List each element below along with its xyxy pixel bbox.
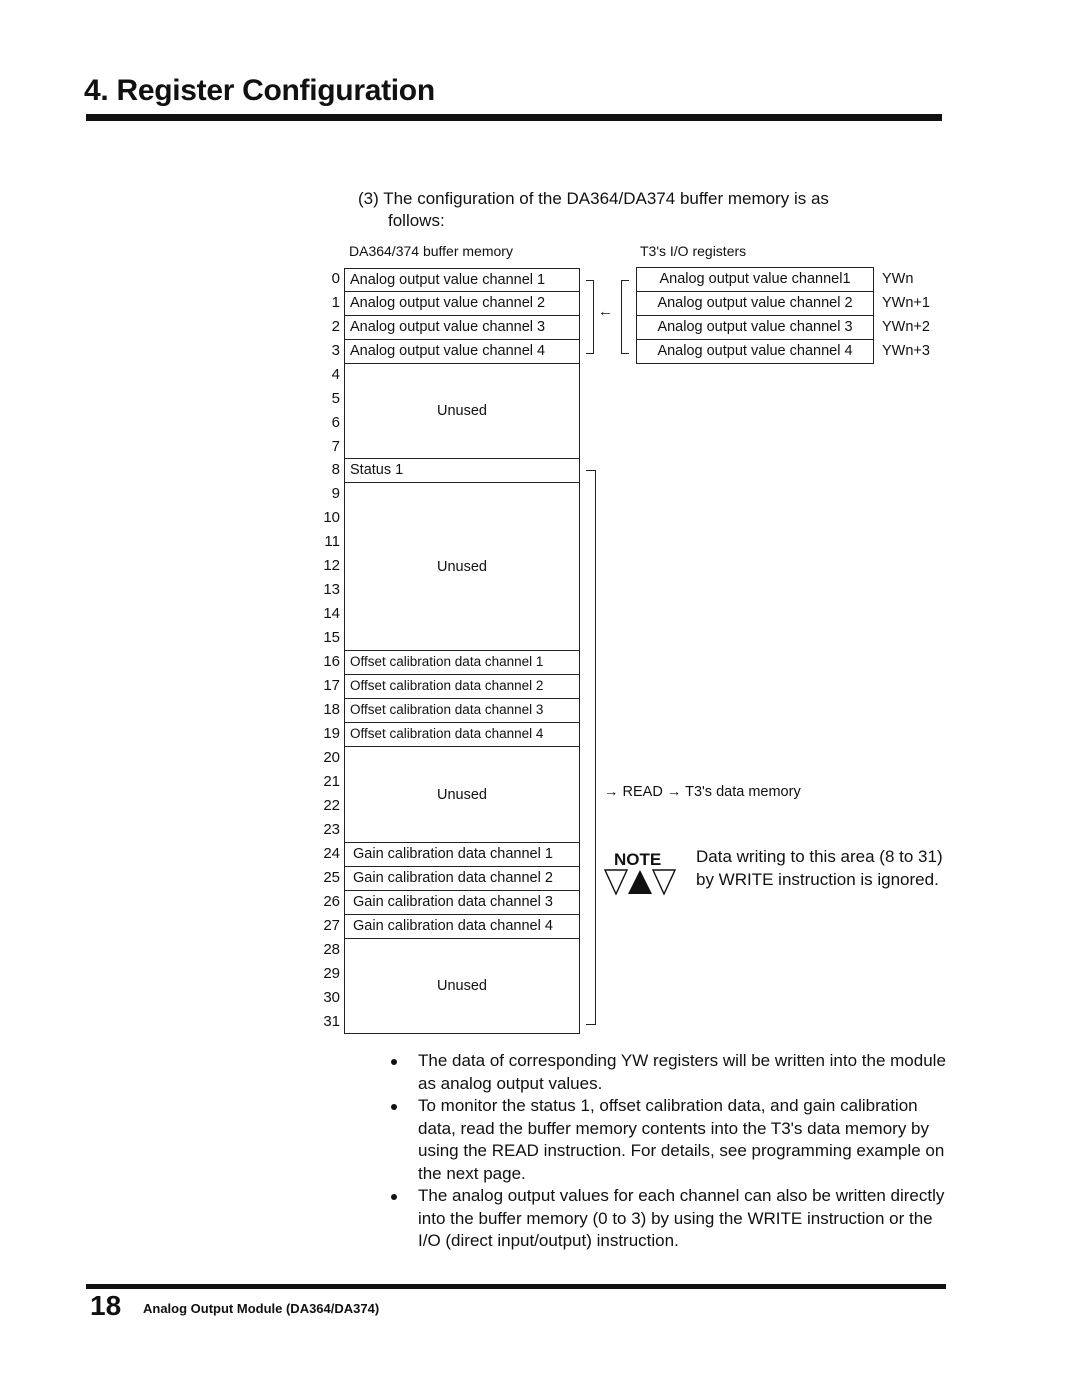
- note-label: NOTE: [614, 850, 662, 869]
- intro-line-2: follows:: [388, 211, 445, 230]
- address-index: 21: [323, 773, 340, 790]
- footer-title: Analog Output Module (DA364/DA374): [143, 1301, 380, 1316]
- bullet-icon: [391, 1104, 397, 1110]
- io-registers-caption: T3's I/O registers: [640, 243, 747, 259]
- address-index: 22: [323, 797, 340, 814]
- footer-rule: [86, 1284, 946, 1289]
- buffer-cell-analog-ch4: Analog output value channel 4: [344, 339, 580, 364]
- io-register-cell-ch1: Analog output value channel1: [636, 267, 874, 292]
- buffer-cell-gain-ch3: Gain calibration data channel 3: [344, 890, 580, 915]
- address-index: 11: [324, 533, 340, 550]
- buffer-cell-offset-ch3: Offset calibration data channel 3: [344, 698, 580, 723]
- io-register-cell-ch4: Analog output value channel 4: [636, 339, 874, 364]
- register-address: YWn+3: [882, 343, 930, 359]
- address-index: 13: [323, 581, 340, 598]
- bullet-icon: [391, 1194, 397, 1200]
- bullet-item: The analog output values for each channe…: [388, 1185, 958, 1253]
- address-index: 24: [323, 845, 340, 862]
- left-arrow-icon: ←: [598, 303, 613, 320]
- page-number: 18: [90, 1290, 122, 1321]
- address-index: 20: [323, 749, 340, 766]
- buffer-cell-status-1: Status 1: [344, 458, 580, 483]
- address-index: 30: [323, 989, 340, 1006]
- read-flow-note: → READ → T3's data memory: [604, 784, 801, 800]
- address-index: 18: [323, 701, 340, 718]
- address-index: 6: [331, 414, 340, 431]
- bullet-item: To monitor the status 1, offset calibrat…: [388, 1095, 958, 1185]
- io-register-cell-ch2: Analog output value channel 2: [636, 291, 874, 316]
- address-index: 31: [323, 1013, 340, 1030]
- buffer-cell-unused: Unused: [344, 482, 580, 651]
- address-index: 16: [323, 653, 340, 670]
- address-index: 3: [331, 342, 340, 359]
- bracket-bottom: [586, 353, 594, 354]
- address-index: 10: [323, 509, 340, 526]
- register-address: YWn+2: [882, 319, 930, 335]
- bullet-list: The data of corresponding YW registers w…: [388, 1050, 958, 1253]
- buffer-cell-gain-ch1: Gain calibration data channel 1: [344, 842, 580, 867]
- address-index: 8: [331, 461, 340, 478]
- buffer-cell-gain-ch4: Gain calibration data channel 4: [344, 914, 580, 939]
- address-index: 14: [323, 605, 340, 622]
- buffer-cell-offset-ch1: Offset calibration data channel 1: [344, 650, 580, 675]
- address-index: 25: [323, 869, 340, 886]
- intro-line-1: (3) The configuration of the DA364/DA374…: [358, 189, 829, 208]
- note-text: Data writing to this area (8 to 31) by W…: [696, 847, 943, 889]
- bullet-text: To monitor the status 1, offset calibrat…: [418, 1096, 945, 1183]
- address-index: 4: [331, 366, 340, 383]
- bracket-bottom: [586, 1024, 596, 1025]
- register-address: YWn+1: [882, 295, 930, 311]
- address-index: 12: [323, 557, 340, 574]
- title-rule: [86, 114, 942, 121]
- address-index: 2: [331, 318, 340, 335]
- buffer-cell-gain-ch2: Gain calibration data channel 2: [344, 866, 580, 891]
- address-index: 5: [331, 390, 340, 407]
- io-register-cell-ch3: Analog output value channel 3: [636, 315, 874, 340]
- address-index: 26: [323, 893, 340, 910]
- buffer-cell-offset-ch2: Offset calibration data channel 2: [344, 674, 580, 699]
- bullet-icon: [391, 1059, 397, 1065]
- address-index: 29: [323, 965, 340, 982]
- bracket-vertical: [595, 470, 596, 1025]
- buffer-cell-unused: Unused: [344, 938, 580, 1034]
- register-address: YWn: [882, 271, 914, 287]
- bullet-text: The analog output values for each channe…: [418, 1186, 945, 1250]
- address-index: 27: [323, 917, 340, 934]
- bracket-top: [621, 280, 629, 281]
- buffer-cell-analog-ch1: Analog output value channel 1: [344, 268, 580, 292]
- address-index: 28: [323, 941, 340, 958]
- bracket-vertical: [593, 280, 594, 354]
- address-index: 23: [323, 821, 340, 838]
- intro-paragraph: (3) The configuration of the DA364/DA374…: [358, 188, 938, 232]
- address-index: 17: [323, 677, 340, 694]
- address-index: 15: [323, 629, 340, 646]
- address-index: 9: [331, 485, 340, 502]
- buffer-memory-caption: DA364/374 buffer memory: [349, 243, 513, 259]
- bullet-item: The data of corresponding YW registers w…: [388, 1050, 958, 1095]
- buffer-cell-analog-ch2: Analog output value channel 2: [344, 291, 580, 316]
- bullet-text: The data of corresponding YW registers w…: [418, 1051, 946, 1093]
- section-title: 4. Register Configuration: [84, 74, 435, 107]
- buffer-cell-offset-ch4: Offset calibration data channel 4: [344, 722, 580, 747]
- bracket-vertical: [621, 280, 622, 354]
- address-index: 0: [331, 270, 340, 287]
- address-index: 1: [331, 294, 340, 311]
- address-index: 19: [323, 725, 340, 742]
- address-index: 7: [331, 438, 340, 455]
- bracket-bottom: [621, 353, 629, 354]
- buffer-cell-unused: Unused: [344, 363, 580, 459]
- note-triangles-icon: [603, 868, 677, 901]
- buffer-cell-unused: Unused: [344, 746, 580, 843]
- buffer-cell-analog-ch3: Analog output value channel 3: [344, 315, 580, 340]
